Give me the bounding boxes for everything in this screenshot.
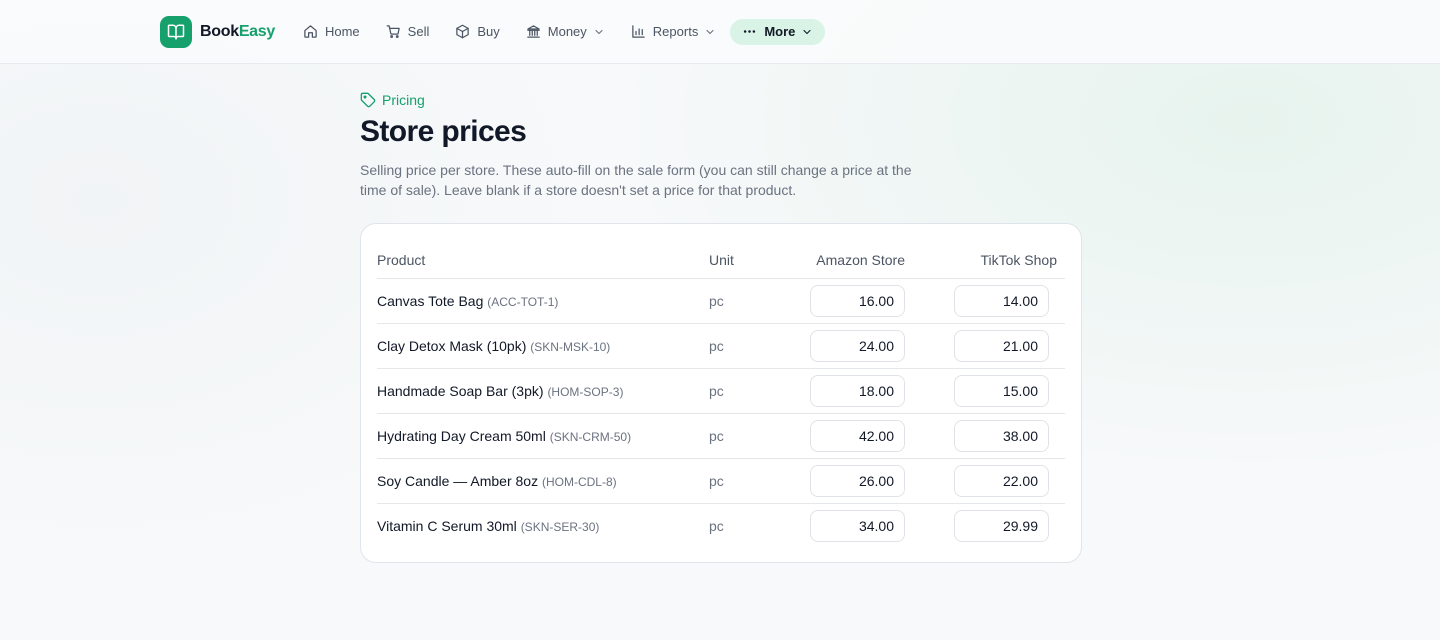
header-product: Product [377,242,709,279]
header-amazon-store: Amazon Store [793,242,913,279]
open-book-icon [160,15,192,48]
bar-chart-icon [632,25,645,38]
tag-icon [360,92,376,108]
brand-name-part1: Book [200,22,239,40]
table-row: Handmade Soap Bar (3pk) (HOM-SOP-3) pc [377,368,1065,414]
table-row: Canvas Tote Bag (ACC-TOT-1) pc [377,278,1065,324]
tiktok-price-input[interactable] [954,329,1049,362]
brand-name: BookEasy [200,23,275,41]
tiktok-price-input[interactable] [954,374,1049,407]
product-sku: (ACC-TOT-1) [487,294,559,309]
product-name: Handmade Soap Bar (3pk) [377,382,544,399]
amazon-price-input[interactable] [810,464,905,497]
tiktok-price-input[interactable] [954,284,1049,317]
nav-item-reports[interactable]: Reports [619,19,729,45]
page-title: Store prices [360,115,527,148]
nav-item-sell[interactable]: Sell [374,19,442,45]
product-sku: (SKN-CRM-50) [549,429,632,444]
table-row: Soy Candle — Amber 8oz (HOM-CDL-8) pc [377,458,1065,504]
product-sku: (SKN-MSK-10) [530,339,611,354]
unit-cell: pc [709,458,793,504]
product-cell: Soy Candle — Amber 8oz (HOM-CDL-8) [377,458,709,504]
page-subtitle: Selling price per store. These auto-fill… [360,162,912,198]
tiktok-price-input[interactable] [954,419,1049,452]
header-tiktok-shop: TikTok Shop [913,242,1065,279]
unit-cell: pc [709,368,793,414]
product-name: Clay Detox Mask (10pk) [377,337,527,354]
product-name: Vitamin C Serum 30ml [377,517,517,534]
product-name: Canvas Tote Bag [377,292,484,309]
amazon-price-input[interactable] [810,329,905,362]
nav-label-more: More [764,24,796,39]
nav-label-money: Money [547,24,587,39]
tiktok-price-cell [913,323,1065,369]
package-icon [456,24,470,39]
table-header-row: Product Unit Amazon Store TikTok Shop [377,242,1065,279]
amazon-price-input[interactable] [810,509,905,542]
section-eyebrow: Pricing [360,90,1080,110]
main-content: Pricing Store prices Selling price per s… [360,64,1082,563]
store-prices-card: Product Unit Amazon Store TikTok Shop Ca… [360,223,1082,563]
unit-cell: pc [709,517,724,534]
product-cell: Clay Detox Mask (10pk) (SKN-MSK-10) [377,323,709,369]
unit-cell: pc [709,278,793,324]
tiktok-price-cell [913,413,1065,459]
unit-cell: pc [709,413,793,459]
chevron-down-icon [706,29,714,34]
product-cell: Handmade Soap Bar (3pk) (HOM-SOP-3) [377,368,709,414]
cart-icon [386,25,400,38]
nav-label-home: Home [324,24,360,39]
top-navigation-bar: BookEasy Home Sell Buy Money Reports Mor… [0,0,1440,64]
tiktok-price-input[interactable] [954,464,1049,497]
store-prices-table: Product Unit Amazon Store TikTok Shop Ca… [377,242,1065,548]
amazon-price-cell [793,458,913,504]
amazon-price-cell [793,368,913,414]
home-icon [304,25,317,38]
dots-icon [744,30,756,33]
chevron-down-icon [595,29,603,34]
amazon-price-input[interactable] [810,419,905,452]
amazon-price-cell [793,323,913,369]
brand-name-part2: Easy [238,22,275,40]
amazon-price-input[interactable] [810,374,905,407]
amazon-price-cell [793,278,913,324]
tiktok-price-input[interactable] [954,509,1049,542]
product-cell: Vitamin C Serum 30ml (SKN-SER-30) [377,503,709,548]
main-nav: Home Sell Buy Money Reports More [291,18,826,45]
bank-icon [527,25,540,38]
product-name: Soy Candle — Amber 8oz [377,472,539,489]
table-body: Canvas Tote Bag (ACC-TOT-1)pcClay Detox … [377,278,1065,548]
product-name: Hydrating Day Cream 50ml [377,427,546,444]
brand[interactable]: BookEasy [160,15,275,48]
product-cell: Canvas Tote Bag (ACC-TOT-1) [377,278,709,324]
product-sku: (SKN-SER-30) [520,519,600,534]
eyebrow-label: Pricing [382,92,425,108]
amazon-price-cell [793,503,913,548]
chevron-down-icon [803,29,811,34]
tiktok-price-cell [913,503,1065,548]
nav-item-more[interactable]: More [730,18,826,45]
amazon-price-cell [793,413,913,459]
tiktok-price-cell [913,278,1065,324]
nav-item-money[interactable]: Money [514,19,617,45]
unit-cell: pc [709,323,793,369]
product-cell: Hydrating Day Cream 50ml (SKN-CRM-50) [377,413,709,459]
product-sku: (HOM-SOP-3) [547,384,624,399]
nav-label-reports: Reports [652,24,699,39]
product-sku: (HOM-CDL-8) [541,474,617,489]
amazon-price-input[interactable] [810,284,905,317]
nav-label-buy: Buy [477,24,500,39]
header-unit: Unit [709,242,793,279]
table-row: Hydrating Day Cream 50ml (SKN-CRM-50) pc [377,413,1065,459]
tiktok-price-cell [913,368,1065,414]
table-row: Clay Detox Mask (10pk) (SKN-MSK-10) pc [377,323,1065,369]
nav-item-buy[interactable]: Buy [443,19,511,45]
nav-item-home[interactable]: Home [291,19,372,45]
table-row: Vitamin C Serum 30ml (SKN-SER-30) pc [377,503,1065,548]
nav-label-sell: Sell [407,24,430,39]
tiktok-price-cell [913,458,1065,504]
